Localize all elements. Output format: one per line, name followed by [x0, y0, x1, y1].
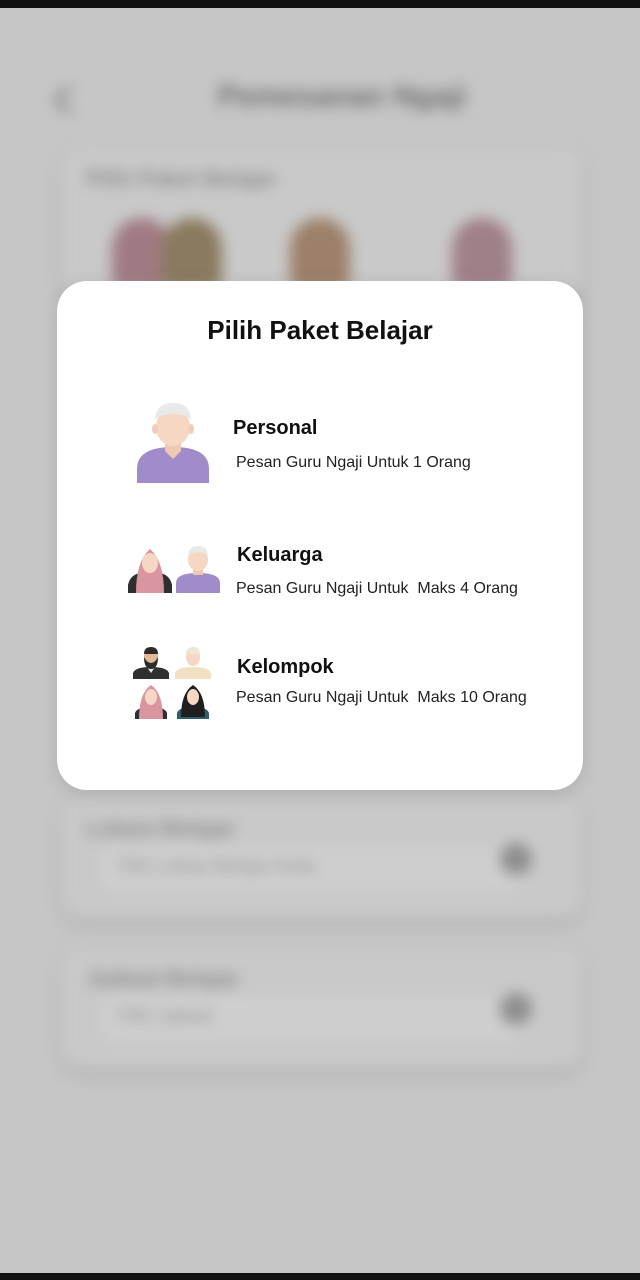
option-keluarga-description: Pesan Guru Ngaji Untuk Maks 4 Orang	[236, 580, 518, 597]
option-kelompok-description: Pesan Guru Ngaji Untuk Maks 10 Orang	[236, 689, 527, 706]
avatar-icon	[162, 218, 222, 288]
package-modal: Pilih Paket Belajar Personal Pesan Guru …	[57, 281, 583, 790]
option-personal-title: Personal	[233, 417, 318, 439]
option-kelompok[interactable]: Kelompok Pesan Guru Ngaji Untuk Maks 10 …	[57, 643, 583, 739]
background-location-label: Lokasi Belajar	[86, 816, 236, 841]
calendar-icon	[500, 993, 532, 1025]
option-personal-description: Pesan Guru Ngaji Untuk 1 Orang	[236, 454, 471, 471]
family-icon	[128, 546, 220, 593]
background-location-field: Pilih Lokasi Belajar Anda	[102, 846, 522, 890]
modal-title: Pilih Paket Belajar	[207, 315, 433, 345]
avatar-icon	[452, 218, 512, 288]
background-package-card: Pilih Paket Belajar	[62, 148, 582, 298]
background-title: Pemesanan Ngaji	[218, 80, 467, 113]
option-personal[interactable]: Personal Pesan Guru Ngaji Untuk 1 Orang	[57, 391, 583, 487]
option-keluarga[interactable]: Keluarga Pesan Guru Ngaji Untuk Maks 4 O…	[57, 531, 583, 627]
status-bar	[0, 0, 640, 8]
background-schedule-label: Jadwal Belajar	[86, 966, 239, 991]
background-schedule-field: Pilih Jadwal	[102, 996, 522, 1040]
background-schedule-card: Jadwal Belajar Pilih Jadwal	[62, 948, 582, 1068]
option-kelompok-title: Kelompok	[237, 656, 334, 678]
background-location-card: Lokasi Belajar Pilih Lokasi Belajar Anda	[62, 798, 582, 918]
single-man-icon	[137, 403, 209, 483]
background-package-label: Pilih Paket Belajar	[86, 166, 277, 191]
back-arrow-icon	[48, 80, 78, 120]
avatar-icon	[290, 218, 350, 288]
location-icon	[500, 843, 532, 875]
navigation-bar	[0, 1273, 640, 1280]
option-keluarga-title: Keluarga	[237, 544, 323, 566]
group-icon	[133, 647, 211, 719]
